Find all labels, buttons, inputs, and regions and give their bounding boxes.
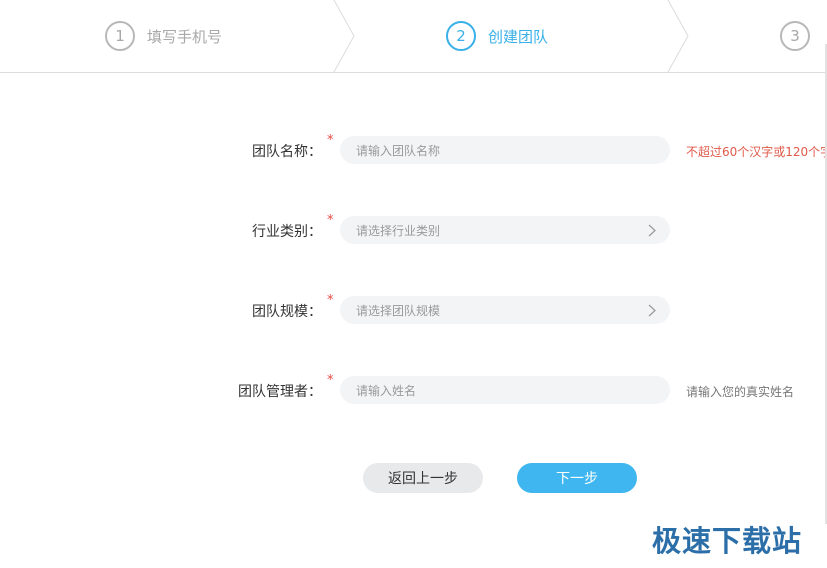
team-manager-label: 团队管理者： (238, 384, 322, 400)
team-name-row: 团队名称： * 请输入团队名称 不超过60个汉字或120个字 (0, 133, 827, 164)
required-mark: * (327, 133, 334, 148)
step-1: 1 填写手机号 (105, 19, 222, 53)
required-mark: * (327, 213, 334, 228)
team-manager-input[interactable]: 请输入姓名 (340, 376, 670, 404)
team-manager-row: 团队管理者： * 请输入姓名 请输入您的真实姓名 (0, 373, 827, 404)
create-team-page: 1 填写手机号 2 创建团队 3 团队名称： * 请输入团队名称 不超过60个汉… (0, 0, 827, 568)
team-name-placeholder: 请输入团队名称 (356, 143, 441, 158)
step-2-number: 2 (446, 21, 476, 51)
step-2: 2 创建团队 (446, 19, 548, 53)
back-button[interactable]: 返回上一步 (363, 463, 483, 493)
team-manager-hint: 请输入您的真实姓名 (686, 385, 795, 399)
site-watermark: 极速下载站 (652, 524, 803, 558)
required-mark: * (327, 293, 334, 308)
team-size-placeholder: 请选择团队规模 (356, 303, 441, 318)
step-3-number: 3 (780, 21, 810, 51)
team-size-select[interactable]: 请选择团队规模 (340, 296, 670, 324)
chevron-right-icon (648, 224, 656, 237)
industry-label: 行业类别： (252, 224, 322, 240)
industry-select[interactable]: 请选择行业类别 (340, 216, 670, 244)
step-progress-bar: 1 填写手机号 2 创建团队 3 (0, 0, 827, 73)
step-1-number: 1 (105, 21, 135, 51)
step-3: 3 (780, 19, 822, 53)
team-manager-placeholder: 请输入姓名 (356, 383, 417, 398)
industry-row: 行业类别： * 请选择行业类别 (0, 213, 827, 244)
step-2-label: 创建团队 (488, 27, 549, 46)
team-size-row: 团队规模： * 请选择团队规模 (0, 293, 827, 324)
step-1-label: 填写手机号 (147, 27, 223, 46)
chevron-right-icon (648, 304, 656, 317)
team-size-label: 团队规模： (252, 304, 322, 320)
next-button[interactable]: 下一步 (517, 463, 637, 493)
team-name-label: 团队名称： (252, 144, 322, 160)
team-name-hint: 不超过60个汉字或120个字 (686, 145, 827, 159)
team-name-input[interactable]: 请输入团队名称 (340, 136, 670, 164)
industry-placeholder: 请选择行业类别 (356, 223, 441, 238)
required-mark: * (327, 373, 334, 388)
